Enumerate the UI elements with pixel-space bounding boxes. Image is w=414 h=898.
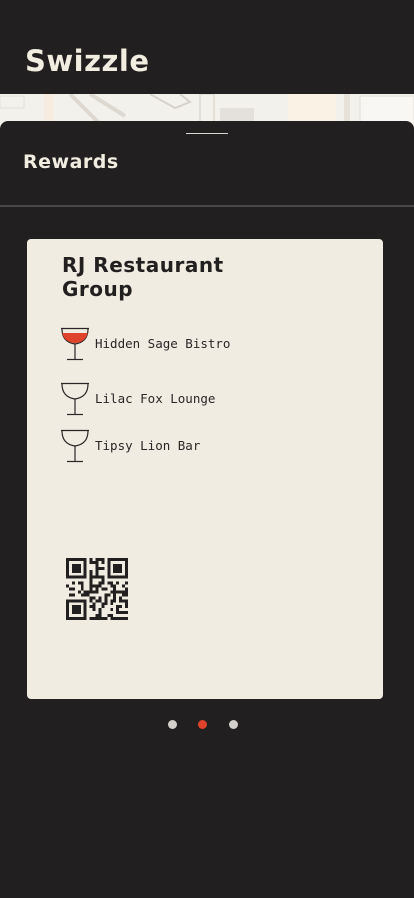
- cocktail-glass-icon: [61, 429, 89, 463]
- venue-item[interactable]: Hidden Sage Bistro: [60, 325, 230, 361]
- venue-label: Lilac Fox Lounge: [95, 390, 216, 406]
- pagination-dots: [0, 718, 414, 730]
- venue-item[interactable]: Tipsy Lion Bar: [60, 427, 200, 463]
- cocktail-glass-filled-icon: [61, 327, 89, 361]
- top-bar: Swizzle: [0, 0, 414, 94]
- venue-item[interactable]: Lilac Fox Lounge: [60, 380, 215, 416]
- divider: [0, 205, 414, 207]
- sheet-title: Rewards: [23, 151, 119, 173]
- page-dot[interactable]: [168, 720, 177, 729]
- restaurant-group-name: RJ Restaurant Group: [62, 253, 224, 301]
- page-dot[interactable]: [229, 720, 238, 729]
- sheet-grab-handle[interactable]: [186, 133, 228, 134]
- rewards-card[interactable]: RJ Restaurant Group Hidden Sage Bistro L…: [27, 239, 383, 699]
- app-title: Swizzle: [25, 44, 150, 78]
- venue-label: Tipsy Lion Bar: [95, 437, 201, 453]
- qr-code-icon[interactable]: [66, 558, 128, 620]
- page-dot-active[interactable]: [198, 720, 207, 729]
- cocktail-glass-icon: [61, 382, 89, 416]
- venue-label: Hidden Sage Bistro: [95, 335, 231, 351]
- rewards-sheet: Rewards RJ Restaurant Group Hidden Sage …: [0, 121, 414, 898]
